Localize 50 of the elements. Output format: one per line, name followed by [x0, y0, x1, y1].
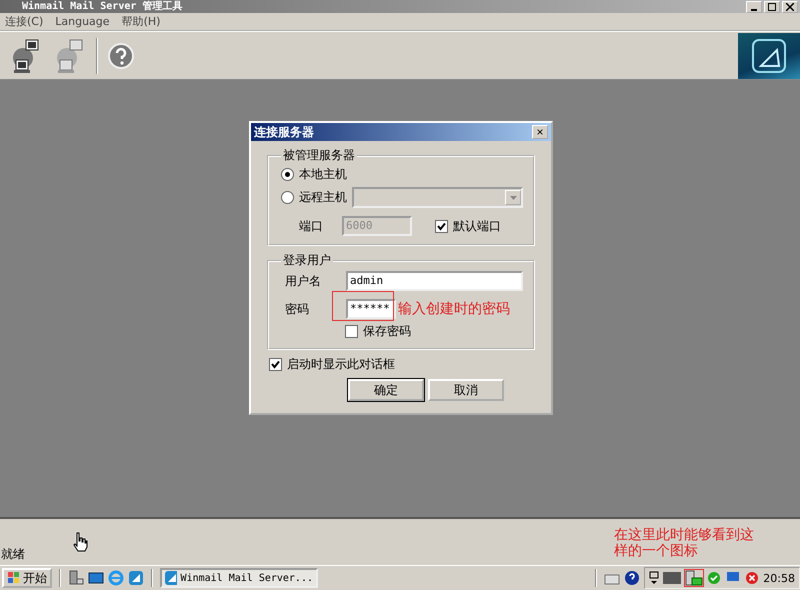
ok-button[interactable]: 确定	[348, 379, 424, 401]
close-icon	[786, 3, 794, 11]
password-label: 密码	[285, 300, 310, 318]
maximize-button[interactable]	[764, 1, 780, 13]
app-logo-icon	[738, 32, 800, 78]
start-button[interactable]: 开始	[2, 568, 52, 588]
caret-icon	[505, 190, 521, 205]
checkbox[interactable]	[269, 358, 282, 371]
checkbox[interactable]	[435, 220, 448, 232]
dialog-title: 连接服务器	[254, 124, 314, 140]
group-title: 登录用户	[282, 252, 332, 269]
highlight-frame	[332, 291, 394, 321]
checkbox[interactable]	[345, 325, 358, 338]
window-title: Winmail Mail Server 管理工具	[22, 1, 182, 13]
minimize-button[interactable]	[746, 1, 762, 13]
radio-label: 远程主机	[299, 189, 347, 206]
close-button[interactable]	[782, 1, 798, 13]
annotation-text: 输入创建时的密码	[398, 300, 510, 318]
menu-item[interactable]: 帮助(H)	[122, 14, 160, 29]
maximize-icon	[768, 3, 776, 11]
menu-item[interactable]: Language	[55, 15, 110, 28]
help-icon[interactable]	[624, 570, 640, 586]
taskbar-window-button[interactable]: Winmail Mail Server...	[160, 568, 318, 588]
windows-logo-icon	[7, 571, 21, 585]
server-manager-icon[interactable]	[68, 570, 84, 586]
checkbox-label: 启动时显示此对话框	[287, 356, 395, 373]
window-icon[interactable]	[649, 571, 660, 585]
cancel-button[interactable]: 取消	[428, 379, 504, 401]
checkbox-label: 默认端口	[453, 218, 501, 234]
username-field[interactable]: admin	[346, 271, 523, 291]
error-icon[interactable]	[745, 571, 760, 585]
username-label: 用户名	[285, 272, 322, 290]
close-button[interactable]: ×	[532, 125, 548, 139]
radio-label: 本地主机	[299, 166, 347, 183]
hand-cursor-icon	[72, 532, 88, 552]
group-title: 被管理服务器	[282, 147, 356, 164]
desktop-icon[interactable]	[88, 570, 104, 586]
status-text: 就绪	[1, 546, 25, 563]
mail-server-tray-icon[interactable]	[685, 570, 704, 586]
annotation-text: 在这里此时能够看到这 样的一个图标	[614, 527, 754, 559]
radio-button[interactable]	[281, 191, 294, 204]
mail-app-icon	[165, 571, 177, 585]
checkbox-label: 保存密码	[363, 323, 411, 340]
check-icon[interactable]	[707, 571, 722, 585]
menu-item[interactable]: 连接(C)	[5, 14, 44, 29]
radio-button[interactable]	[281, 168, 294, 181]
mail-app-icon[interactable]	[128, 570, 144, 586]
port-label: 端口	[299, 218, 323, 234]
password-field[interactable]: ******	[346, 299, 396, 319]
clock-text: 20:58	[763, 572, 795, 584]
